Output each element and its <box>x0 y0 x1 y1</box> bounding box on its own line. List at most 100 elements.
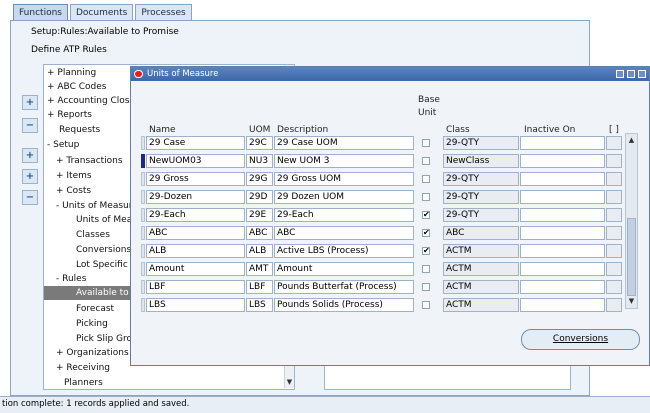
scroll-up-icon[interactable]: ▲ <box>626 135 637 146</box>
row-indicator[interactable] <box>141 190 145 204</box>
tree-item[interactable]: + Transactions <box>44 154 123 168</box>
maximize-icon[interactable] <box>627 70 635 78</box>
expand-button[interactable]: + <box>22 95 38 110</box>
uom-description-cell[interactable]: 29 Case UOM <box>274 136 414 150</box>
base-unit-checkbox[interactable] <box>422 265 430 273</box>
row-indicator[interactable] <box>141 298 145 312</box>
uom-description-cell[interactable]: 29 Dozen UOM <box>274 190 414 204</box>
uom-name-cell[interactable]: 29-Each <box>146 208 245 222</box>
tab-functions[interactable]: Functions <box>13 4 68 21</box>
scroll-down-icon[interactable]: ▼ <box>626 296 637 307</box>
inactive-on-cell[interactable] <box>520 262 605 276</box>
base-unit-checkbox[interactable] <box>422 193 430 201</box>
flexfield-cell[interactable] <box>606 280 622 294</box>
flexfield-cell[interactable] <box>606 244 622 258</box>
uom-code-cell[interactable]: 29D <box>246 190 273 204</box>
tree-item[interactable]: - Setup <box>44 138 79 152</box>
uom-name-cell[interactable]: 29-Dozen <box>146 190 245 204</box>
expand-branch-button[interactable]: + <box>22 148 38 163</box>
uom-class-cell[interactable]: NewClass <box>443 154 519 168</box>
tree-item[interactable]: + Receiving <box>44 361 110 375</box>
flexfield-cell[interactable] <box>606 154 622 168</box>
tree-item[interactable]: Pick Slip Gro <box>44 332 132 346</box>
base-unit-checkbox[interactable] <box>422 301 430 309</box>
row-indicator[interactable] <box>141 226 145 240</box>
uom-description-cell[interactable]: Active LBS (Process) <box>274 244 414 258</box>
tree-item[interactable]: Conversions <box>44 243 131 257</box>
uom-code-cell[interactable]: 29C <box>246 136 273 150</box>
uom-name-cell[interactable]: LBS <box>146 298 245 312</box>
uom-name-cell[interactable]: ABC <box>146 226 245 240</box>
base-unit-checkbox[interactable]: ✔ <box>422 247 430 255</box>
uom-class-cell[interactable]: 29-QTY <box>443 208 519 222</box>
base-unit-checkbox[interactable]: ✔ <box>422 211 430 219</box>
inactive-on-cell[interactable] <box>520 154 605 168</box>
flexfield-cell[interactable] <box>606 262 622 276</box>
row-indicator[interactable] <box>141 262 145 276</box>
tree-item[interactable]: + Reports <box>44 108 92 122</box>
uom-class-cell[interactable]: ABC <box>443 226 519 240</box>
grid-scrollbar[interactable]: ▲ ▼ <box>625 133 638 309</box>
scrollbar-thumb[interactable] <box>627 218 636 296</box>
row-indicator[interactable] <box>141 280 145 294</box>
uom-name-cell[interactable]: 29 Gross <box>146 172 245 186</box>
uom-class-cell[interactable]: 29-QTY <box>443 172 519 186</box>
tree-item[interactable]: Picking <box>44 317 108 331</box>
flexfield-cell[interactable] <box>606 172 622 186</box>
close-icon[interactable] <box>638 70 646 78</box>
collapse-button[interactable]: − <box>22 118 38 133</box>
inactive-on-cell[interactable] <box>520 172 605 186</box>
uom-description-cell[interactable]: Pounds Butterfat (Process) <box>274 280 414 294</box>
conversions-button[interactable]: Conversions <box>521 329 640 350</box>
inactive-on-cell[interactable] <box>520 280 605 294</box>
flexfield-cell[interactable] <box>606 190 622 204</box>
uom-code-cell[interactable]: LBS <box>246 298 273 312</box>
inactive-on-cell[interactable] <box>520 298 605 312</box>
uom-class-cell[interactable]: 29-QTY <box>443 190 519 204</box>
uom-code-cell[interactable]: 29E <box>246 208 273 222</box>
collapse-all-button[interactable]: − <box>22 190 38 205</box>
uom-description-cell[interactable]: 29 Gross UOM <box>274 172 414 186</box>
inactive-on-cell[interactable] <box>520 136 605 150</box>
tree-item[interactable]: + Items <box>44 169 92 183</box>
uom-class-cell[interactable]: ACTM <box>443 280 519 294</box>
base-unit-checkbox[interactable]: ✔ <box>422 229 430 237</box>
uom-code-cell[interactable]: AMT <box>246 262 273 276</box>
uom-class-cell[interactable]: ACTM <box>443 298 519 312</box>
row-indicator[interactable] <box>141 208 145 222</box>
uom-description-cell[interactable]: ABC <box>274 226 414 240</box>
inactive-on-cell[interactable] <box>520 226 605 240</box>
uom-code-cell[interactable]: ABC <box>246 226 273 240</box>
tree-item[interactable]: + ABC Codes <box>44 80 106 94</box>
uom-class-cell[interactable]: ACTM <box>443 262 519 276</box>
uom-name-cell[interactable]: LBF <box>146 280 245 294</box>
uom-code-cell[interactable]: ALB <box>246 244 273 258</box>
uom-class-cell[interactable]: 29-QTY <box>443 136 519 150</box>
row-indicator[interactable] <box>141 172 145 186</box>
row-indicator[interactable] <box>141 244 145 258</box>
tree-item[interactable]: Units of Meas <box>44 213 137 227</box>
uom-name-cell[interactable]: 29 Case <box>146 136 245 150</box>
row-indicator[interactable] <box>141 154 145 168</box>
uom-description-cell[interactable]: New UOM 3 <box>274 154 414 168</box>
base-unit-checkbox[interactable] <box>422 157 430 165</box>
inactive-on-cell[interactable] <box>520 244 605 258</box>
row-indicator[interactable] <box>141 136 145 150</box>
tree-item[interactable]: Planners <box>44 376 103 390</box>
uom-description-cell[interactable]: Amount <box>274 262 414 276</box>
base-unit-checkbox[interactable] <box>422 139 430 147</box>
uom-code-cell[interactable]: LBF <box>246 280 273 294</box>
tree-item[interactable]: + Planning <box>44 66 96 80</box>
uom-description-cell[interactable]: Pounds Solids (Process) <box>274 298 414 312</box>
flexfield-cell[interactable] <box>606 226 622 240</box>
uom-code-cell[interactable]: 29G <box>246 172 273 186</box>
flexfield-cell[interactable] <box>606 208 622 222</box>
base-unit-checkbox[interactable] <box>422 175 430 183</box>
base-unit-checkbox[interactable] <box>422 283 430 291</box>
uom-name-cell[interactable]: Amount <box>146 262 245 276</box>
inactive-on-cell[interactable] <box>520 190 605 204</box>
expand-all-button[interactable]: + <box>22 169 38 184</box>
uom-description-cell[interactable]: 29-Each <box>274 208 414 222</box>
minimize-icon[interactable] <box>616 70 624 78</box>
uom-code-cell[interactable]: NU3 <box>246 154 273 168</box>
